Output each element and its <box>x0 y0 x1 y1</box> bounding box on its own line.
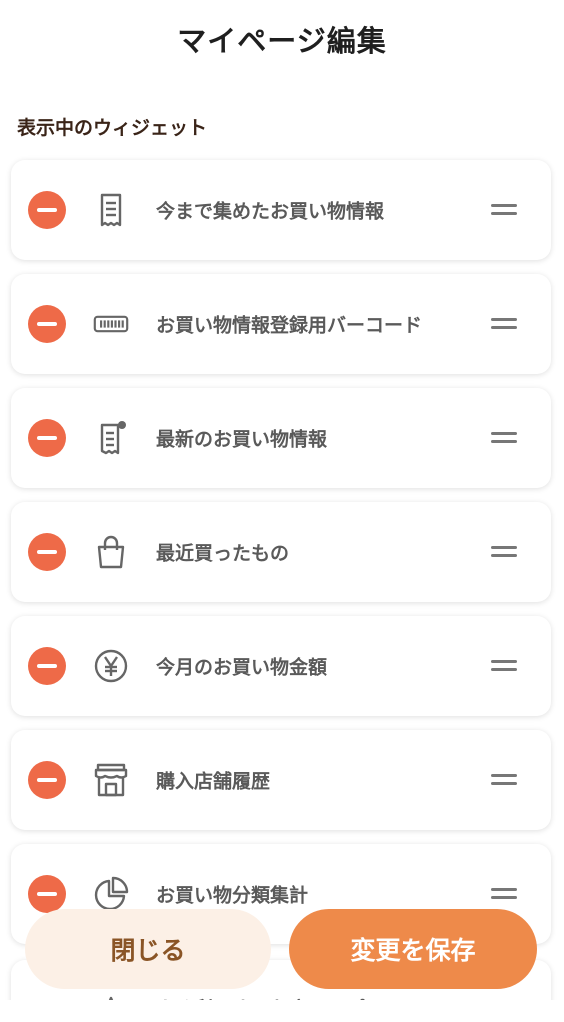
receipt-icon <box>91 190 131 230</box>
drag-handle[interactable] <box>491 660 517 672</box>
widget-label: 購入店舗履歴 <box>156 770 271 793</box>
remove-widget-button[interactable] <box>28 419 66 457</box>
widget-label: 最新のお買い物情報 <box>156 428 328 451</box>
widget-card[interactable]: お買い物情報登録用バーコード <box>11 274 551 374</box>
receipt-new-icon <box>91 418 131 458</box>
save-changes-button[interactable]: 変更を保存 <box>289 909 537 989</box>
drag-handle[interactable] <box>491 546 517 558</box>
store-icon <box>91 760 131 800</box>
yen-icon <box>91 646 131 686</box>
drag-handle[interactable] <box>491 774 517 786</box>
pie-chart-icon <box>91 874 131 914</box>
drag-handle[interactable] <box>491 318 517 330</box>
widget-label: 今まで集めたお買い物情報 <box>156 200 385 223</box>
widget-card[interactable]: 今月のお買い物金額 <box>11 616 551 716</box>
remove-widget-button[interactable] <box>28 305 66 343</box>
remove-widget-button[interactable] <box>28 191 66 229</box>
page-title: マイページ編集 <box>177 24 387 58</box>
widget-card[interactable]: 最近買ったもの <box>11 502 551 602</box>
widget-label: お買い物情報登録用バーコード <box>156 314 423 337</box>
bottom-edge <box>0 1000 564 1022</box>
close-button[interactable]: 閉じる <box>25 909 271 989</box>
remove-widget-button[interactable] <box>28 533 66 571</box>
remove-widget-button[interactable] <box>28 875 66 913</box>
widget-card[interactable]: 購入店舗履歴 <box>11 730 551 830</box>
remove-widget-button[interactable] <box>28 761 66 799</box>
widget-list: 今まで集めたお買い物情報 お買い物情報登録用バーコード 最新のお買い物情報 最近… <box>11 160 551 958</box>
shopping-bag-icon <box>91 532 131 572</box>
drag-handle[interactable] <box>491 204 517 216</box>
widget-label: 最近買ったもの <box>156 542 290 565</box>
remove-widget-button[interactable] <box>28 647 66 685</box>
drag-handle[interactable] <box>491 432 517 444</box>
widget-card[interactable]: 最新のお買い物情報 <box>11 388 551 488</box>
widget-card[interactable]: 今まで集めたお買い物情報 <box>11 160 551 260</box>
section-title: 表示中のウィジェット <box>17 117 208 139</box>
barcode-icon <box>91 304 131 344</box>
drag-handle[interactable] <box>491 888 517 900</box>
widget-label: お買い物分類集計 <box>156 884 309 907</box>
widget-label: 今月のお買い物金額 <box>156 656 328 679</box>
